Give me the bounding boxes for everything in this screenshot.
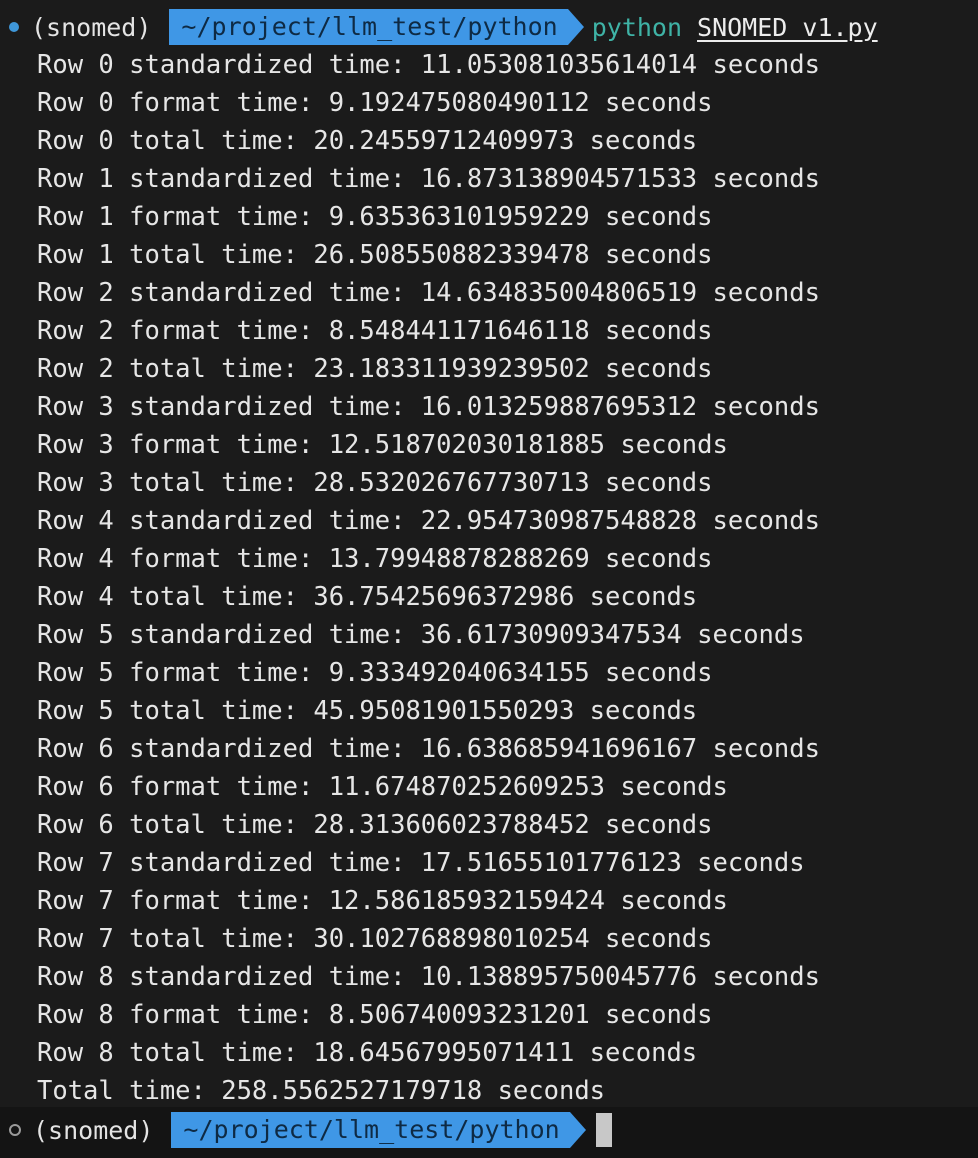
output-line: Row 7 format time: 12.586185932159424 se… [37, 886, 728, 916]
output-line: Row 2 standardized time: 14.634835004806… [37, 278, 820, 308]
output-line: Row 0 total time: 20.24559712409973 seco… [37, 126, 698, 156]
output-line: Row 8 total time: 18.64567995071411 seco… [37, 1038, 698, 1068]
status-dot-icon [9, 22, 19, 32]
conda-env-label: (snomed) [33, 1115, 154, 1145]
output-line: Row 2 format time: 8.548441171646118 sec… [37, 316, 713, 346]
output-line: Row 6 standardized time: 16.638685941696… [37, 734, 820, 764]
output-line: Row 8 standardized time: 10.138895750045… [37, 962, 820, 992]
output-line: Row 1 total time: 26.508550882339478 sec… [37, 240, 713, 270]
output-line: Row 3 standardized time: 16.013259887695… [37, 392, 820, 422]
command-name: python [591, 12, 683, 42]
output-line: Row 3 total time: 28.532026767730713 sec… [37, 468, 713, 498]
output-line: Row 1 format time: 9.635363101959229 sec… [37, 202, 713, 232]
prompt-line-command: (snomed) ~/project/llm_test/python pytho… [0, 9, 878, 45]
conda-env-label: (snomed) [31, 12, 152, 42]
output-line: Row 6 total time: 28.313606023788452 sec… [37, 810, 713, 840]
output-line: Row 4 standardized time: 22.954730987548… [37, 506, 820, 536]
command-output: Row 0 standardized time: 11.053081035614… [37, 46, 967, 1110]
current-path-segment: ~/project/llm_test/python [169, 9, 585, 45]
status-dot-idle-icon [9, 1124, 21, 1136]
output-line: Row 7 total time: 30.102768898010254 sec… [37, 924, 713, 954]
output-line: Row 0 format time: 9.192475080490112 sec… [37, 88, 713, 118]
output-line: Row 8 format time: 8.506740093231201 sec… [37, 1000, 713, 1030]
output-line: Row 1 standardized time: 16.873138904571… [37, 164, 820, 194]
output-line: Row 2 total time: 23.183311939239502 sec… [37, 354, 713, 384]
output-line: Row 7 standardized time: 17.516551017761… [37, 848, 805, 878]
output-total-line: Total time: 258.5562527179718 seconds [37, 1076, 606, 1106]
prompt-line-current[interactable]: (snomed) ~/project/llm_test/python [0, 1112, 612, 1148]
script-filename-link[interactable]: SNOMED_v1.py [697, 13, 878, 42]
output-line: Row 5 format time: 9.333492040634155 sec… [37, 658, 713, 688]
output-line: Row 0 standardized time: 11.053081035614… [37, 50, 820, 80]
text-cursor[interactable] [595, 1113, 612, 1147]
output-line: Row 6 format time: 11.674870252609253 se… [37, 772, 728, 802]
output-line: Row 5 total time: 45.95081901550293 seco… [37, 696, 698, 726]
output-line: Row 4 total time: 36.75425696372986 seco… [37, 582, 698, 612]
output-line: Row 5 standardized time: 36.617309093475… [37, 620, 805, 650]
terminal-window[interactable]: (snomed) ~/project/llm_test/python pytho… [0, 0, 978, 1158]
current-path-segment: ~/project/llm_test/python [171, 1112, 587, 1148]
output-line: Row 3 format time: 12.518702030181885 se… [37, 430, 728, 460]
output-line: Row 4 format time: 13.79948878288269 sec… [37, 544, 713, 574]
